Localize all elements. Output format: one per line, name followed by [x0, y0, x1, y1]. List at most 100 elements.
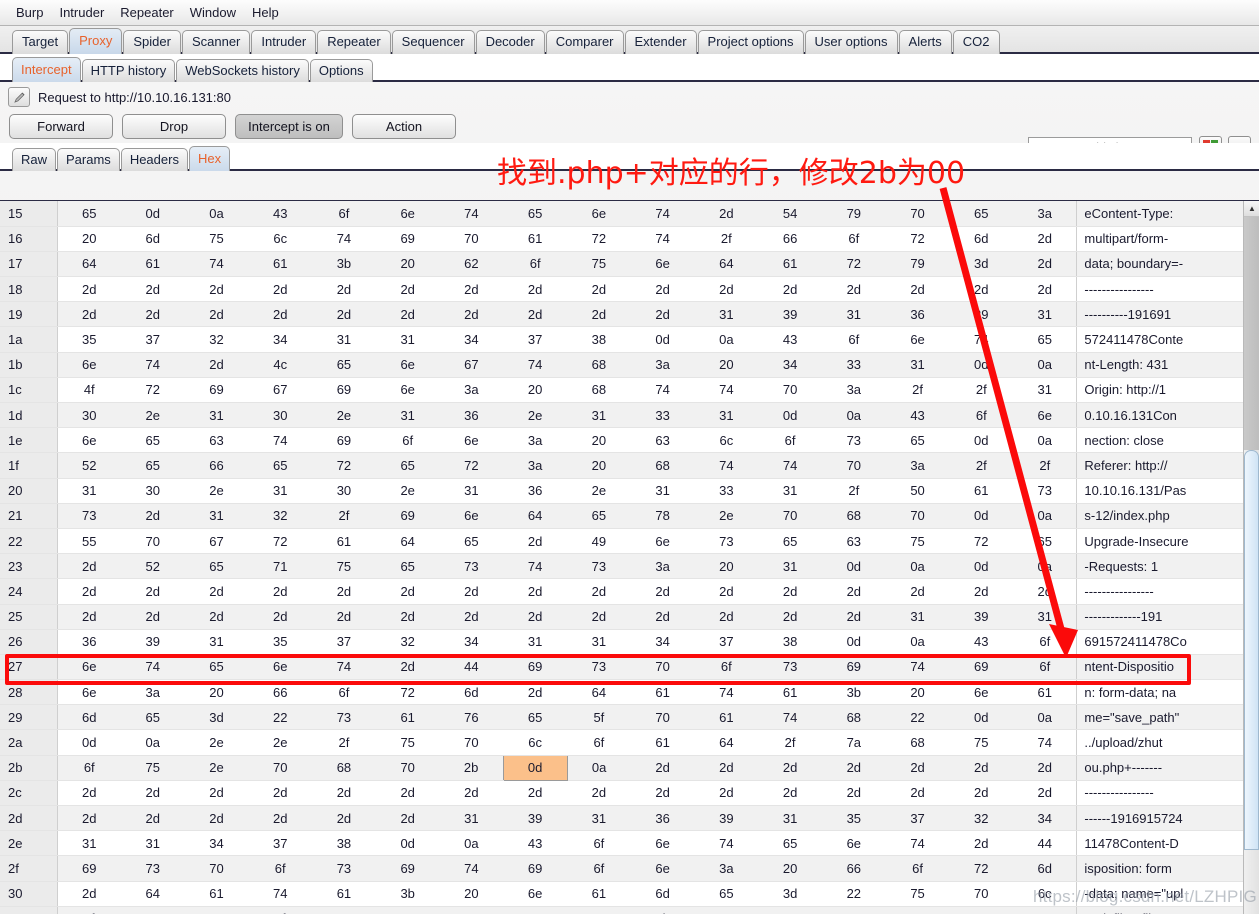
hex-row[interactable]: 21 73 2d 31 32 2f 69 6e 64 65 78 2e 70 68 70 0d 0a s-12/i…: [0, 503, 1243, 529]
hex-cell[interactable]: 34: [630, 629, 695, 655]
hex-cell[interactable]: 2d: [248, 604, 313, 630]
hex-cell[interactable]: 6e: [630, 855, 695, 882]
hex-cell[interactable]: 39: [694, 805, 759, 832]
hex-cell[interactable]: 75: [312, 553, 376, 580]
hex-cell[interactable]: 6d: [439, 679, 504, 706]
hex-cell[interactable]: 70: [949, 881, 1014, 907]
hex-cell[interactable]: 2d: [120, 604, 185, 630]
hex-cell[interactable]: 2d: [248, 301, 313, 328]
hex-cell[interactable]: 6f: [567, 830, 631, 857]
hex-cell[interactable]: 6e: [630, 830, 695, 857]
hex-cell[interactable]: 2d: [758, 780, 822, 807]
hex-cell[interactable]: 6c: [439, 906, 504, 914]
hex-cell[interactable]: 20: [758, 855, 822, 882]
hex-cell[interactable]: 74: [885, 654, 950, 681]
hex-cell[interactable]: 4f: [57, 377, 121, 404]
hex-cell[interactable]: 70: [821, 452, 886, 479]
hex-cell[interactable]: 74: [758, 704, 822, 731]
hex-cell[interactable]: 61: [503, 226, 568, 252]
hex-cell[interactable]: 65: [312, 352, 376, 378]
hex-cell[interactable]: 31: [567, 402, 631, 429]
hex-cell[interactable]: 2d: [57, 276, 121, 303]
hex-row[interactable]: 2d 2d 2d 2d 2d 2d 2d 31 39 31 36 39 31 35 37 32 34 ------…: [0, 805, 1243, 832]
hex-cell[interactable]: 33: [630, 402, 695, 429]
hex-cell[interactable]: 2d: [567, 276, 631, 303]
hex-cell[interactable]: 61: [949, 478, 1014, 504]
hex-cell[interactable]: 35: [57, 326, 121, 353]
hex-cell[interactable]: 0a: [1013, 503, 1077, 529]
hex-cell[interactable]: 70: [630, 704, 695, 731]
hex-cell[interactable]: 2d: [57, 301, 121, 328]
main-tab-user-options[interactable]: User options: [804, 30, 898, 54]
hex-cell[interactable]: 2d: [694, 604, 759, 630]
hex-cell[interactable]: 32: [375, 629, 440, 655]
hex-cell[interactable]: 2d: [630, 276, 695, 303]
hex-cell[interactable]: 61: [758, 251, 822, 278]
hex-cell[interactable]: 20: [694, 352, 759, 378]
hex-cell[interactable]: 2d: [503, 528, 568, 555]
hex-cell[interactable]: 6f: [1013, 654, 1077, 681]
hex-cell[interactable]: 2d: [949, 780, 1014, 807]
menu-item-window[interactable]: Window: [182, 3, 244, 22]
hex-row[interactable]: 316f61645f66696c65223b2066696c656eoad_fi…: [0, 906, 1243, 914]
hex-cell[interactable]: 39: [120, 629, 185, 655]
hex-cell[interactable]: 2d: [503, 578, 568, 605]
hex-cell[interactable]: 43: [758, 326, 822, 353]
hex-cell[interactable]: 74: [248, 881, 313, 907]
hex-cell[interactable]: 2d: [885, 578, 950, 605]
hex-cell[interactable]: 72: [312, 452, 376, 479]
hex-cell[interactable]: 34: [1013, 805, 1077, 832]
hex-cell[interactable]: 61: [375, 704, 440, 731]
hex-row[interactable]: 22 55 70 67 72 61 64 65 2d 49 6e 73 65 63 75 72 65 Upgrad…: [0, 528, 1243, 555]
hex-cell[interactable]: 20: [375, 251, 440, 278]
hex-cell[interactable]: 2f: [885, 377, 950, 404]
hex-cell[interactable]: 3b: [312, 251, 376, 278]
hex-cell[interactable]: 2e: [694, 503, 759, 529]
hex-row[interactable]: 1c 4f 72 69 67 69 6e 3a 20 68 74 74 70 3a 2f 2f 31 Origin…: [0, 377, 1243, 404]
hex-cell[interactable]: 68: [821, 503, 886, 529]
hex-cell[interactable]: 2d: [312, 780, 376, 807]
hex-cell[interactable]: 74: [184, 251, 249, 278]
hex-cell[interactable]: 75: [949, 729, 1014, 756]
hex-cell[interactable]: 65: [503, 201, 568, 227]
hex-cell[interactable]: 6d: [949, 226, 1014, 252]
main-tab-target[interactable]: Target: [12, 30, 69, 54]
hex-cell[interactable]: 2d: [375, 604, 440, 630]
hex-cell[interactable]: 6e: [57, 654, 121, 681]
hex-cell[interactable]: 75: [885, 528, 950, 555]
menu-item-help[interactable]: Help: [244, 3, 287, 22]
hex-cell[interactable]: 61: [630, 729, 695, 756]
hex-row[interactable]: 15 65 0d 0a 43 6f 6e 74 65 6e 74 2d 54 79 70 65 3a eConte…: [0, 201, 1243, 227]
hex-cell[interactable]: 2e: [248, 729, 313, 756]
hex-cell[interactable]: 65: [120, 452, 185, 479]
hex-cell[interactable]: 2d: [630, 755, 695, 781]
hex-cell[interactable]: 2e: [184, 478, 249, 504]
hex-cell[interactable]: 0d: [821, 553, 886, 580]
hex-cell[interactable]: 73: [57, 503, 121, 529]
hex-cell[interactable]: 37: [312, 629, 376, 655]
hex-cell[interactable]: 34: [184, 830, 249, 857]
hex-cell[interactable]: 20: [567, 452, 631, 479]
hex-cell[interactable]: 20: [184, 679, 249, 706]
scrollbar-track[interactable]: [1244, 217, 1259, 450]
hex-cell[interactable]: 6e: [439, 503, 504, 529]
hex-cell[interactable]: 61: [758, 679, 822, 706]
hex-cell[interactable]: 0d: [57, 729, 121, 756]
hex-cell[interactable]: 2d: [375, 301, 440, 328]
hex-cell[interactable]: 22: [248, 704, 313, 731]
hex-cell[interactable]: 2d: [120, 503, 185, 529]
hex-cell[interactable]: 73: [312, 704, 376, 731]
hex-cell[interactable]: 68: [312, 755, 376, 781]
hex-cell[interactable]: 73: [694, 528, 759, 555]
hex-cell[interactable]: 61: [312, 528, 376, 555]
hex-cell[interactable]: 32: [949, 805, 1014, 832]
hex-cell[interactable]: 2d: [375, 780, 440, 807]
hex-cell[interactable]: 2f: [758, 729, 822, 756]
hex-cell[interactable]: 6f: [567, 729, 631, 756]
hex-cell[interactable]: 2d: [821, 578, 886, 605]
hex-cell[interactable]: 2d: [694, 755, 759, 781]
action-button[interactable]: Action: [352, 114, 456, 139]
hex-cell[interactable]: 6e: [503, 881, 568, 907]
hex-cell[interactable]: 2d: [248, 578, 313, 605]
hex-cell[interactable]: 6e: [885, 326, 950, 353]
